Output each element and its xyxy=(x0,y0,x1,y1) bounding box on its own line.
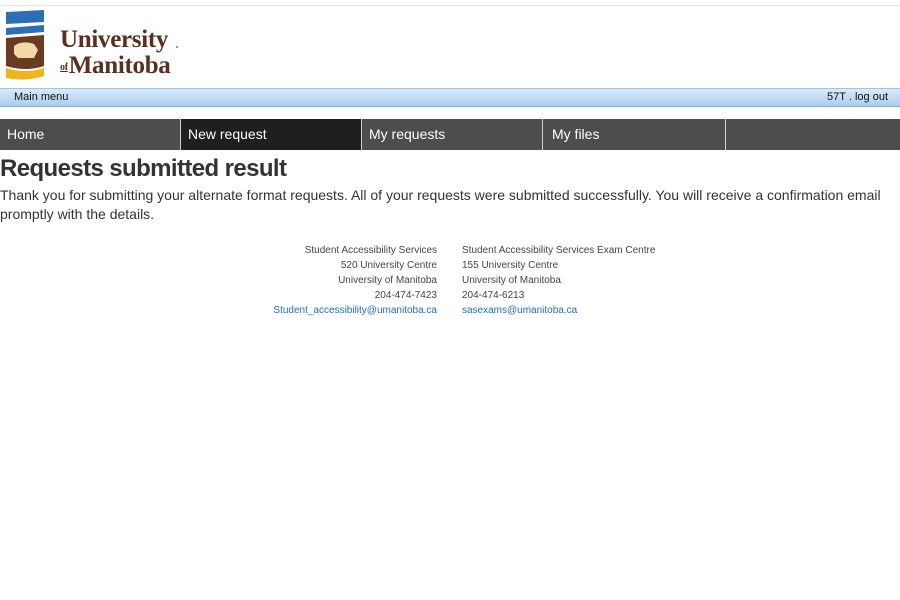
contact-exam-name: Student Accessibility Services Exam Cent… xyxy=(462,245,656,256)
logo-line1: University xyxy=(60,26,169,53)
user-id: 57T xyxy=(827,91,846,103)
contact-exam-email-link[interactable]: sasexams@umanitoba.ca xyxy=(462,305,577,316)
contact-exam-institution: University of Manitoba xyxy=(462,275,561,286)
tab-my-requests-label: My requests xyxy=(369,126,446,142)
main-menu-bar: Main menu 57T . log out xyxy=(0,88,900,107)
logout-link[interactable]: log out xyxy=(855,91,888,103)
logo-line2: Manitoba xyxy=(68,52,171,79)
contact-sas: Student Accessibility Services 520 Unive… xyxy=(240,243,437,318)
contact-exam-address: 155 University Centre xyxy=(462,260,559,271)
logo-of: of xyxy=(60,62,68,73)
confirmation-message: Thank you for submitting your alternate … xyxy=(0,187,881,222)
contact-sas-phone: 204-474-7423 xyxy=(374,290,437,301)
page-title: Requests submitted result xyxy=(0,155,287,182)
contact-sas-email-link[interactable]: Student_accessibility@umanitoba.ca xyxy=(273,305,437,316)
contact-exam-phone: 204-474-6213 xyxy=(462,290,525,301)
contact-exam-centre: Student Accessibility Services Exam Cent… xyxy=(462,243,692,318)
logo-wordmark: University ofManitoba xyxy=(60,27,171,78)
tab-new-request-label: New request xyxy=(188,126,267,142)
user-menu-separator: . xyxy=(845,91,855,103)
contact-sas-institution: University of Manitoba xyxy=(338,275,437,286)
tab-my-requests[interactable]: My requests xyxy=(362,119,543,150)
university-logo[interactable]: University ofManitoba xyxy=(4,10,179,86)
tab-home-label: Home xyxy=(7,126,45,142)
primary-nav: Home New request My requests My files xyxy=(0,119,900,150)
main-menu-label[interactable]: Main menu xyxy=(14,91,68,103)
contact-sas-address: 520 University Centre xyxy=(340,260,437,271)
tab-my-files[interactable]: My files xyxy=(545,119,726,150)
tab-my-files-label: My files xyxy=(552,126,600,142)
tab-home[interactable]: Home xyxy=(0,119,181,150)
bison-shield-icon xyxy=(6,10,44,80)
top-rule xyxy=(0,5,900,6)
tab-new-request[interactable]: New request xyxy=(181,119,362,150)
user-menu: 57T . log out xyxy=(827,91,888,103)
logo-dot xyxy=(176,46,178,48)
contact-sas-name: Student Accessibility Services xyxy=(304,245,437,256)
tab-empty xyxy=(726,119,900,150)
